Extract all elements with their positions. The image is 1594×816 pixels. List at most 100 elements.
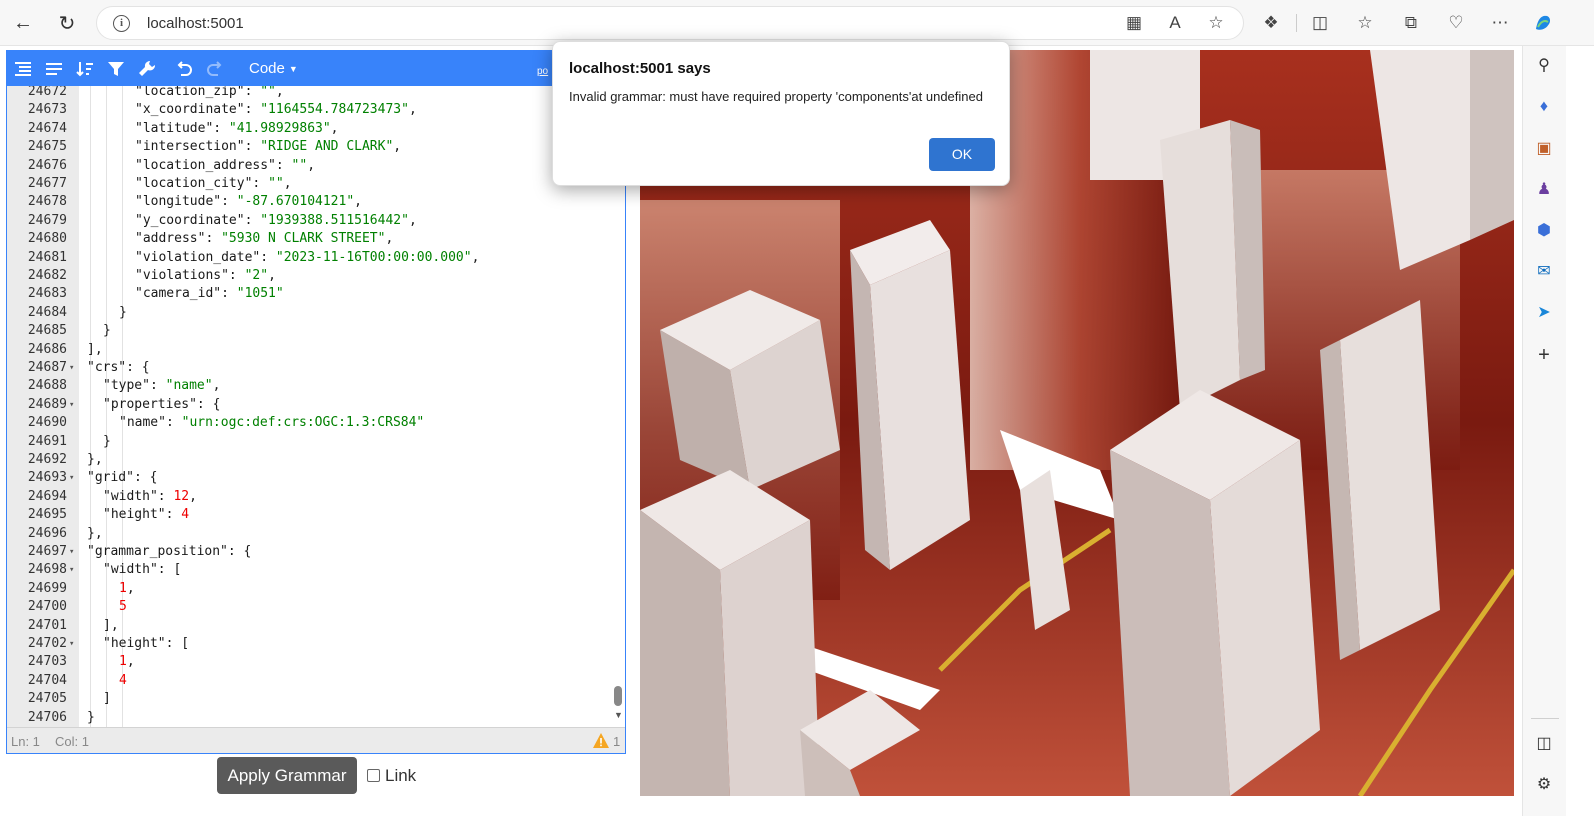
fold-toggle-icon[interactable]: ▾	[69, 635, 79, 653]
fold-toggle-icon[interactable]: ▾	[69, 396, 79, 414]
line-number: 24696	[27, 525, 67, 541]
line-code: }	[103, 433, 111, 451]
syntax-token: ,	[189, 488, 197, 504]
fold-toggle-icon[interactable]: ▾	[69, 543, 79, 561]
syntax-token: "grammar_position": {	[87, 544, 252, 559]
app-grid-icon[interactable]: ▦	[1121, 10, 1147, 36]
syntax-token: ,	[354, 194, 362, 210]
send-icon[interactable]: ➤	[1533, 301, 1555, 323]
microsoft-365-icon[interactable]: ⬢	[1533, 219, 1555, 241]
line-code: "address": "5930 N CLARK STREET",	[135, 230, 393, 248]
line-code: "type": "name",	[103, 377, 220, 395]
sidebar-toggle-icon[interactable]: ◫	[1533, 732, 1555, 754]
search-icon[interactable]: ⚲	[1533, 54, 1555, 76]
scroll-down-arrow-icon[interactable]: ▼	[614, 710, 623, 720]
line-number: 24702	[27, 636, 67, 651]
tools-icon[interactable]: ▣	[1533, 137, 1555, 159]
shopping-tag-icon[interactable]: ♦	[1533, 96, 1555, 118]
line-number: 24682	[27, 268, 67, 283]
syntax-token: "longitude":	[135, 194, 237, 210]
syntax-token: "width":	[103, 488, 174, 504]
code-line: 24695 "height": 4	[7, 506, 607, 524]
code-line: 24694 "width": 12,	[7, 488, 607, 506]
repair-wrench-icon[interactable]	[135, 57, 159, 81]
games-icon[interactable]: ♟	[1533, 178, 1555, 200]
fold-toggle-icon[interactable]: ▾	[69, 561, 79, 579]
line-code: "height": [	[103, 635, 189, 653]
fold-toggle-icon[interactable]: ▾	[69, 359, 79, 377]
redo-icon[interactable]	[203, 57, 227, 81]
code-line: 24681 "violation_date": "2023-11-16T00:00…	[7, 249, 607, 267]
syntax-token: ,	[471, 249, 480, 265]
number-token: 4	[181, 507, 190, 523]
settings-gear-icon[interactable]: ⚙	[1533, 773, 1555, 795]
code-line: 24672 "location_zip": "",	[7, 86, 607, 101]
line-code: ],	[103, 617, 119, 635]
line-code: },	[87, 525, 103, 543]
back-arrow-icon[interactable]: ←	[8, 8, 38, 38]
syntax-token: },	[87, 525, 103, 541]
line-indicator: Ln: 1	[11, 734, 40, 749]
syntax-token: ,	[275, 86, 284, 99]
outlook-icon[interactable]: ✉	[1533, 260, 1555, 282]
line-code: "violation_date": "2023-11-16T00:00:00.0…	[135, 249, 479, 267]
sort-icon[interactable]	[73, 57, 97, 81]
more-menu-icon[interactable]: ⋯	[1487, 10, 1513, 36]
mode-dropdown[interactable]: Code ▼	[241, 57, 306, 81]
line-code: ]	[103, 690, 111, 708]
string-token: ""	[268, 176, 284, 191]
fold-toggle-icon[interactable]: ▾	[69, 469, 79, 487]
code-line: 24678 "longitude": "-87.670104121",	[7, 193, 607, 211]
syntax-token: "violations":	[135, 268, 245, 283]
line-code: "name": "urn:ogc:def:crs:OGC:1.3:CRS84"	[119, 414, 424, 432]
code-line: 24704 4	[7, 672, 607, 690]
link-checkbox[interactable]	[367, 769, 380, 782]
code-line: 24690 "name": "urn:ogc:def:crs:OGC:1.3:CR…	[7, 414, 607, 432]
number-token: 4	[119, 672, 127, 688]
code-area[interactable]: 24672 "location_zip": "", 24673 "x_coordina…	[7, 86, 625, 727]
add-icon[interactable]: +	[1533, 344, 1555, 366]
warning-count: 1	[613, 734, 621, 749]
browser-essentials-icon[interactable]: ♡	[1443, 10, 1469, 36]
number-token: 12	[173, 488, 190, 504]
collections-icon[interactable]: ⧉	[1398, 10, 1424, 36]
line-number: 24701	[27, 617, 67, 633]
format-icon[interactable]	[11, 57, 35, 81]
alert-dialog: localhost:5001 says Invalid grammar: mus…	[552, 41, 1010, 186]
favorite-star-icon[interactable]: ☆	[1203, 10, 1229, 36]
line-number: 24699	[27, 580, 67, 596]
line-number: 24697	[27, 544, 67, 559]
address-bar[interactable]: i localhost:5001	[96, 6, 1244, 40]
undo-icon[interactable]	[172, 57, 196, 81]
line-code: "properties": {	[103, 396, 220, 414]
line-number: 24687	[27, 360, 67, 375]
syntax-token: "location_address":	[135, 157, 292, 173]
syntax-token: ,	[330, 120, 339, 136]
scrollbar-thumb[interactable]	[614, 686, 622, 706]
code-line: 24676 "location_address": "",	[7, 157, 607, 175]
syntax-token: ,	[126, 654, 135, 670]
code-line: 24680 "address": "5930 N CLARK STREET",	[7, 230, 607, 248]
warning-icon[interactable]	[592, 732, 610, 749]
syntax-token: "x_coordinate":	[135, 102, 261, 118]
favorites-list-icon[interactable]: ☆	[1352, 10, 1378, 36]
compact-icon[interactable]	[42, 57, 66, 81]
line-number: 24703	[27, 654, 67, 670]
syntax-token: "intersection":	[135, 139, 261, 155]
copilot-icon[interactable]	[1530, 10, 1556, 36]
code-line: 24703 1,	[7, 653, 607, 671]
extensions-icon[interactable]: ❖	[1258, 10, 1284, 36]
info-icon[interactable]: i	[113, 15, 130, 32]
filter-icon[interactable]	[104, 57, 128, 81]
line-code: "location_city": "",	[135, 175, 292, 193]
read-aloud-icon[interactable]: A	[1162, 10, 1188, 36]
apply-grammar-button[interactable]: Apply Grammar	[217, 757, 357, 794]
line-number: 24704	[27, 672, 67, 688]
string-token: "2023-11-16T00:00:00.000"	[275, 249, 472, 265]
link-label: Link	[385, 766, 417, 785]
split-screen-icon[interactable]: ◫	[1307, 10, 1333, 36]
ok-button[interactable]: OK	[929, 138, 995, 171]
powered-by-link[interactable]: po	[537, 66, 548, 77]
line-number: 24698	[27, 562, 67, 578]
refresh-icon[interactable]: ↻	[52, 8, 82, 38]
